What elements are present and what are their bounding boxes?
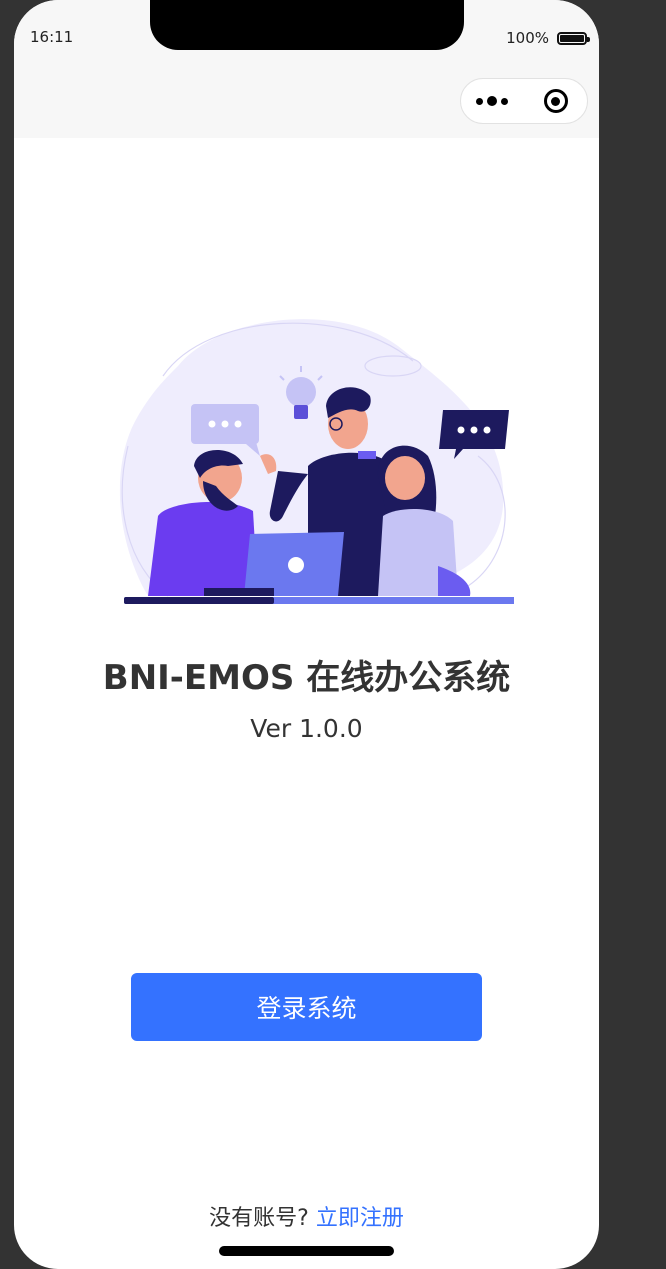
dot: [487, 96, 498, 106]
close-ring: [543, 89, 568, 113]
battery-icon: [557, 31, 590, 45]
home-indicator[interactable]: [219, 1246, 394, 1256]
bubble-dot: [457, 426, 465, 434]
light-bulb-base: [294, 405, 308, 419]
dot: [476, 97, 484, 105]
nav-bar: [14, 78, 599, 138]
status-time: 16:11: [30, 28, 74, 46]
menu-capsule: [460, 78, 588, 124]
man-center-collar: [358, 451, 376, 459]
man-left-body: [148, 501, 258, 596]
target-close-icon[interactable]: [525, 79, 588, 123]
phone-screen: 16:11 100% BNI-EMOS 在线办公系统 Ver 1.0.0 登录系…: [14, 0, 599, 1269]
more-dots-icon[interactable]: [461, 79, 524, 123]
register-link[interactable]: 立即注册: [316, 1206, 404, 1231]
bubble-dot: [234, 420, 242, 428]
bubble-dot: [470, 426, 478, 434]
status-bar: 16:11 100%: [14, 0, 599, 78]
team-illustration: [119, 319, 514, 604]
battery-percent: 100%: [506, 29, 549, 47]
laptop-logo: [288, 557, 304, 573]
battery-status: 100%: [506, 29, 590, 47]
close-ring-center: [551, 96, 561, 106]
bubble-dot: [483, 426, 491, 434]
bubble-dot: [221, 420, 229, 428]
login-button[interactable]: 登录系统: [131, 973, 482, 1041]
notch: [150, 0, 464, 50]
woman-head: [385, 456, 425, 500]
dot: [501, 97, 509, 105]
table-left: [124, 597, 274, 604]
bubble-dot: [208, 420, 216, 428]
version-label: Ver 1.0.0: [250, 714, 363, 743]
page-title: BNI-EMOS 在线办公系统: [102, 658, 511, 698]
laptop-base: [204, 588, 274, 596]
no-account-prompt: 没有账号?: [209, 1206, 309, 1231]
register-footer: 没有账号? 立即注册: [14, 1200, 599, 1232]
light-bulb: [286, 377, 316, 407]
